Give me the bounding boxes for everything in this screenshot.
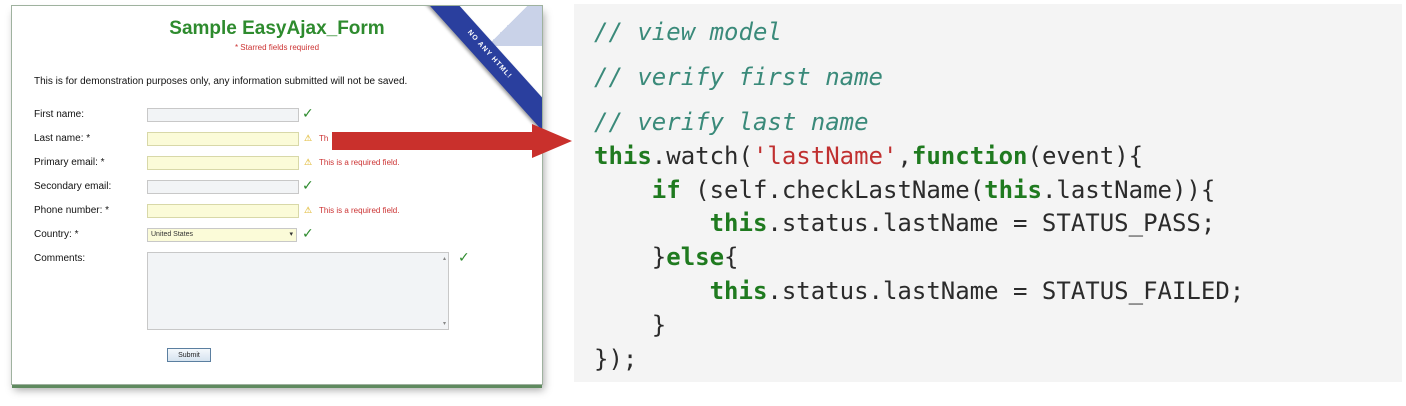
comments-label: Comments: (34, 253, 86, 264)
last-name-input[interactable] (147, 132, 299, 146)
phone-number-label: Phone number: * (34, 205, 110, 216)
warning-icon: ⚠ (304, 133, 313, 143)
comments-row: Comments: ▴ ▾ ✓ (34, 249, 534, 330)
code-line-pass: this.status.lastName = STATUS_PASS; (709, 209, 1216, 237)
country-select[interactable]: United States ▾ (147, 228, 297, 242)
code-line-watch: this.watch('lastName',function(event){ (594, 142, 1144, 170)
submit-button[interactable]: Submit (167, 348, 211, 362)
last-name-error: Th (319, 134, 329, 143)
check-icon: ✓ (458, 249, 470, 265)
warning-icon: ⚠ (304, 205, 313, 215)
form-screenshot: NO ANY HTML! Sample EasyAjax_Form * Star… (12, 6, 542, 384)
last-name-label: Last name: * (34, 133, 91, 144)
secondary-email-label: Secondary email: (34, 181, 112, 192)
check-icon: ✓ (302, 105, 314, 121)
secondary-email-input[interactable] (147, 180, 299, 194)
code-line-else: }else{ (594, 243, 739, 271)
code-line-close-call: }); (594, 345, 638, 373)
country-row: Country: * United States ▾ ✓ (34, 225, 534, 244)
primary-email-label: Primary email: * (34, 157, 105, 168)
chevron-down-icon: ▾ (289, 231, 293, 238)
first-name-input[interactable] (147, 108, 299, 122)
phone-number-row: Phone number: * ⚠ This is a required fie… (34, 204, 534, 220)
code-panel: // view model // verify first name // ve… (574, 4, 1402, 382)
code-line-if: if (self.checkLastName(this.lastName)){ (651, 176, 1216, 204)
first-name-label: First name: (34, 109, 85, 120)
check-icon: ✓ (302, 225, 314, 241)
code-comment-first-name: // verify first name (594, 63, 883, 91)
primary-email-input[interactable] (147, 156, 299, 170)
country-label: Country: * (34, 229, 79, 240)
first-name-row: First name: ✓ (34, 105, 534, 124)
warning-icon: ⚠ (304, 157, 313, 167)
disclaimer-text: This is for demonstration purposes only,… (34, 76, 408, 87)
code-line-close-brace: } (594, 311, 667, 339)
country-value: United States (151, 231, 194, 238)
scroll-down-icon[interactable]: ▾ (443, 320, 446, 327)
phone-number-error: This is a required field. (319, 206, 400, 215)
phone-number-input[interactable] (147, 204, 299, 218)
code-line-failed: this.status.lastName = STATUS_FAILED; (709, 277, 1245, 305)
pointer-arrow-icon (332, 124, 572, 158)
code-comment-last-name: // verify last name (594, 108, 869, 136)
primary-email-row: Primary email: * ⚠ This is a required fi… (34, 156, 534, 172)
check-icon: ✓ (302, 177, 314, 193)
secondary-email-row: Secondary email: ✓ (34, 177, 534, 196)
form-title: Sample EasyAjax_Form (169, 18, 385, 39)
required-note: * Starred fields required (234, 43, 320, 52)
scroll-up-icon[interactable]: ▴ (443, 255, 446, 262)
primary-email-error: This is a required field. (319, 158, 400, 167)
comments-textarea[interactable]: ▴ ▾ (147, 252, 449, 330)
code-comment-view-model: // view model (594, 18, 782, 46)
